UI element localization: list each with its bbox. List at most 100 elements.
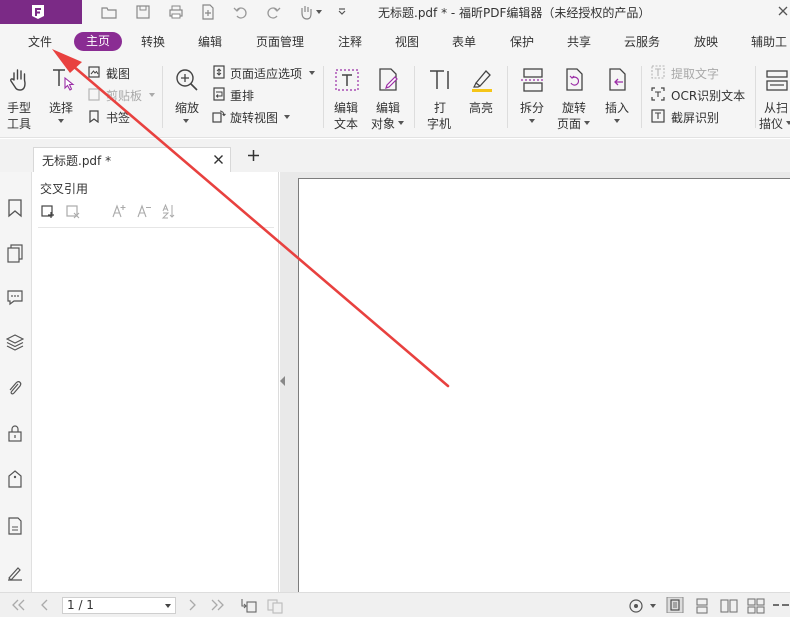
zoom-out-icon[interactable] (772, 603, 790, 607)
scan-label-2: 描仪 (759, 117, 784, 131)
ribbon-toolbar: 手型 工具 选择 截图 剪贴板 书签 缩放 页面适应选项 重排 旋转视图 编辑 … (0, 58, 790, 138)
new-tab-icon[interactable] (247, 149, 260, 162)
menu-file[interactable]: 文件 (28, 33, 52, 50)
collapse-panel-icon[interactable] (280, 376, 285, 386)
edit-text-icon (335, 69, 359, 91)
sort-icon (161, 203, 175, 219)
redo-icon[interactable] (264, 3, 282, 21)
menu-convert[interactable]: 转换 (141, 33, 165, 50)
app-logo[interactable] (0, 0, 82, 24)
content-panel-icon[interactable] (6, 516, 24, 536)
continuous-facing-view-icon[interactable] (747, 598, 765, 614)
window-title: 无标题.pdf * - 福昕PDF编辑器（未经授权的产品） (378, 6, 651, 20)
menu-form[interactable]: 表单 (452, 33, 476, 50)
highlighter-icon (472, 70, 492, 92)
previous-page-icon[interactable] (38, 598, 52, 612)
typewriter-icon (430, 70, 449, 89)
document-workspace (280, 172, 790, 598)
scan-label-1: 从扫 (764, 101, 789, 115)
screen-ocr-icon[interactable] (651, 109, 665, 123)
typewriter-label-1: 打 (434, 101, 447, 115)
bookmark-label[interactable]: 书签 (106, 109, 130, 126)
menu-present[interactable]: 放映 (694, 33, 718, 50)
next-page-icon[interactable] (185, 598, 199, 612)
zoom-label: 缩放 (175, 101, 200, 115)
undo-icon[interactable] (232, 3, 250, 21)
edit-text-label-2: 文本 (334, 117, 359, 131)
layers-panel-icon[interactable] (6, 332, 24, 352)
select-text-icon (53, 69, 75, 91)
ribbon-divider (414, 66, 415, 128)
hand-dropdown-icon[interactable] (316, 10, 322, 14)
document-tab[interactable]: 无标题.pdf * (33, 147, 231, 172)
menu-cloud[interactable]: 云服务 (624, 33, 660, 50)
facing-view-icon[interactable] (720, 598, 738, 614)
pages-panel-icon[interactable] (6, 243, 24, 263)
customize-quick-access-icon[interactable] (333, 3, 351, 21)
navigation-rail (0, 172, 32, 592)
document-tab-strip: 无标题.pdf * (0, 139, 790, 172)
continuous-view-icon[interactable] (694, 598, 710, 614)
fit-page-dropdown-icon[interactable] (309, 71, 315, 75)
bookmark-icon[interactable] (87, 109, 101, 123)
scan-dropdown-icon[interactable] (786, 121, 790, 125)
title-bar: 无标题.pdf * - 福昕PDF编辑器（未经授权的产品） (0, 0, 790, 24)
attachments-panel-icon[interactable] (6, 378, 24, 398)
reflow-label[interactable]: 重排 (230, 87, 254, 104)
screenshot-label[interactable]: 截图 (106, 65, 130, 82)
insert-page-icon (609, 68, 626, 91)
cross-reference-panel: 交叉引用 (32, 172, 279, 592)
last-page-icon[interactable] (210, 598, 226, 612)
comments-panel-icon[interactable] (6, 287, 24, 307)
ribbon-divider (507, 66, 508, 128)
menu-page-manage[interactable]: 页面管理 (256, 33, 304, 50)
rotate-view-icon[interactable] (212, 109, 226, 123)
hand-icon (10, 69, 26, 91)
hand-quick-icon[interactable] (297, 3, 315, 21)
reflow-icon[interactable] (212, 87, 226, 101)
fit-page-icon[interactable] (212, 65, 226, 79)
select-dropdown-icon[interactable] (58, 119, 64, 123)
previous-view-icon[interactable] (240, 598, 258, 614)
ocr-label[interactable]: OCR识别文本 (671, 87, 745, 104)
first-page-icon[interactable] (10, 598, 26, 612)
menu-comment[interactable]: 注释 (338, 33, 362, 50)
menu-accessibility[interactable]: 辅助工 (751, 33, 787, 50)
rotate-view-label[interactable]: 旋转视图 (230, 109, 278, 126)
add-reference-icon[interactable] (40, 203, 56, 219)
ocr-icon[interactable] (651, 87, 665, 101)
insert-dropdown-icon[interactable] (614, 119, 620, 123)
page-number-dropdown-icon[interactable] (165, 604, 171, 608)
screen-ocr-label[interactable]: 截屏识别 (671, 109, 719, 126)
edit-object-dropdown-icon[interactable] (398, 121, 404, 125)
bookmarks-panel-icon[interactable] (6, 198, 24, 218)
save-icon[interactable] (134, 3, 152, 21)
signature-panel-icon[interactable] (6, 562, 24, 582)
rotate-page-dropdown-icon[interactable] (584, 121, 590, 125)
print-icon[interactable] (167, 3, 185, 21)
open-folder-icon[interactable] (100, 3, 118, 21)
tags-panel-icon[interactable] (6, 469, 24, 489)
page-number-input[interactable]: 1 / 1 (62, 597, 176, 614)
menu-edit[interactable]: 编辑 (198, 33, 222, 50)
zoom-dropdown-icon[interactable] (183, 119, 189, 123)
new-document-icon[interactable] (199, 3, 217, 21)
menu-share[interactable]: 共享 (567, 33, 591, 50)
menu-view[interactable]: 视图 (395, 33, 419, 50)
menu-protect[interactable]: 保护 (510, 33, 534, 50)
highlight-label: 高亮 (469, 101, 494, 115)
typewriter-label-2: 字机 (427, 117, 452, 131)
close-tab-icon[interactable] (213, 154, 224, 165)
menu-home-tab[interactable]: 主页 (74, 32, 122, 51)
single-page-view-icon[interactable] (666, 597, 684, 613)
fit-page-label[interactable]: 页面适应选项 (230, 65, 302, 82)
split-dropdown-icon[interactable] (529, 119, 535, 123)
read-mode-icon[interactable] (628, 598, 644, 614)
rotate-view-dropdown-icon[interactable] (284, 115, 290, 119)
window-close-icon[interactable] (776, 4, 790, 18)
screenshot-icon[interactable] (87, 65, 101, 79)
ribbon-divider (162, 66, 163, 128)
security-panel-icon[interactable] (6, 423, 24, 443)
read-mode-dropdown-icon[interactable] (650, 604, 656, 608)
pdf-page[interactable] (298, 178, 790, 598)
